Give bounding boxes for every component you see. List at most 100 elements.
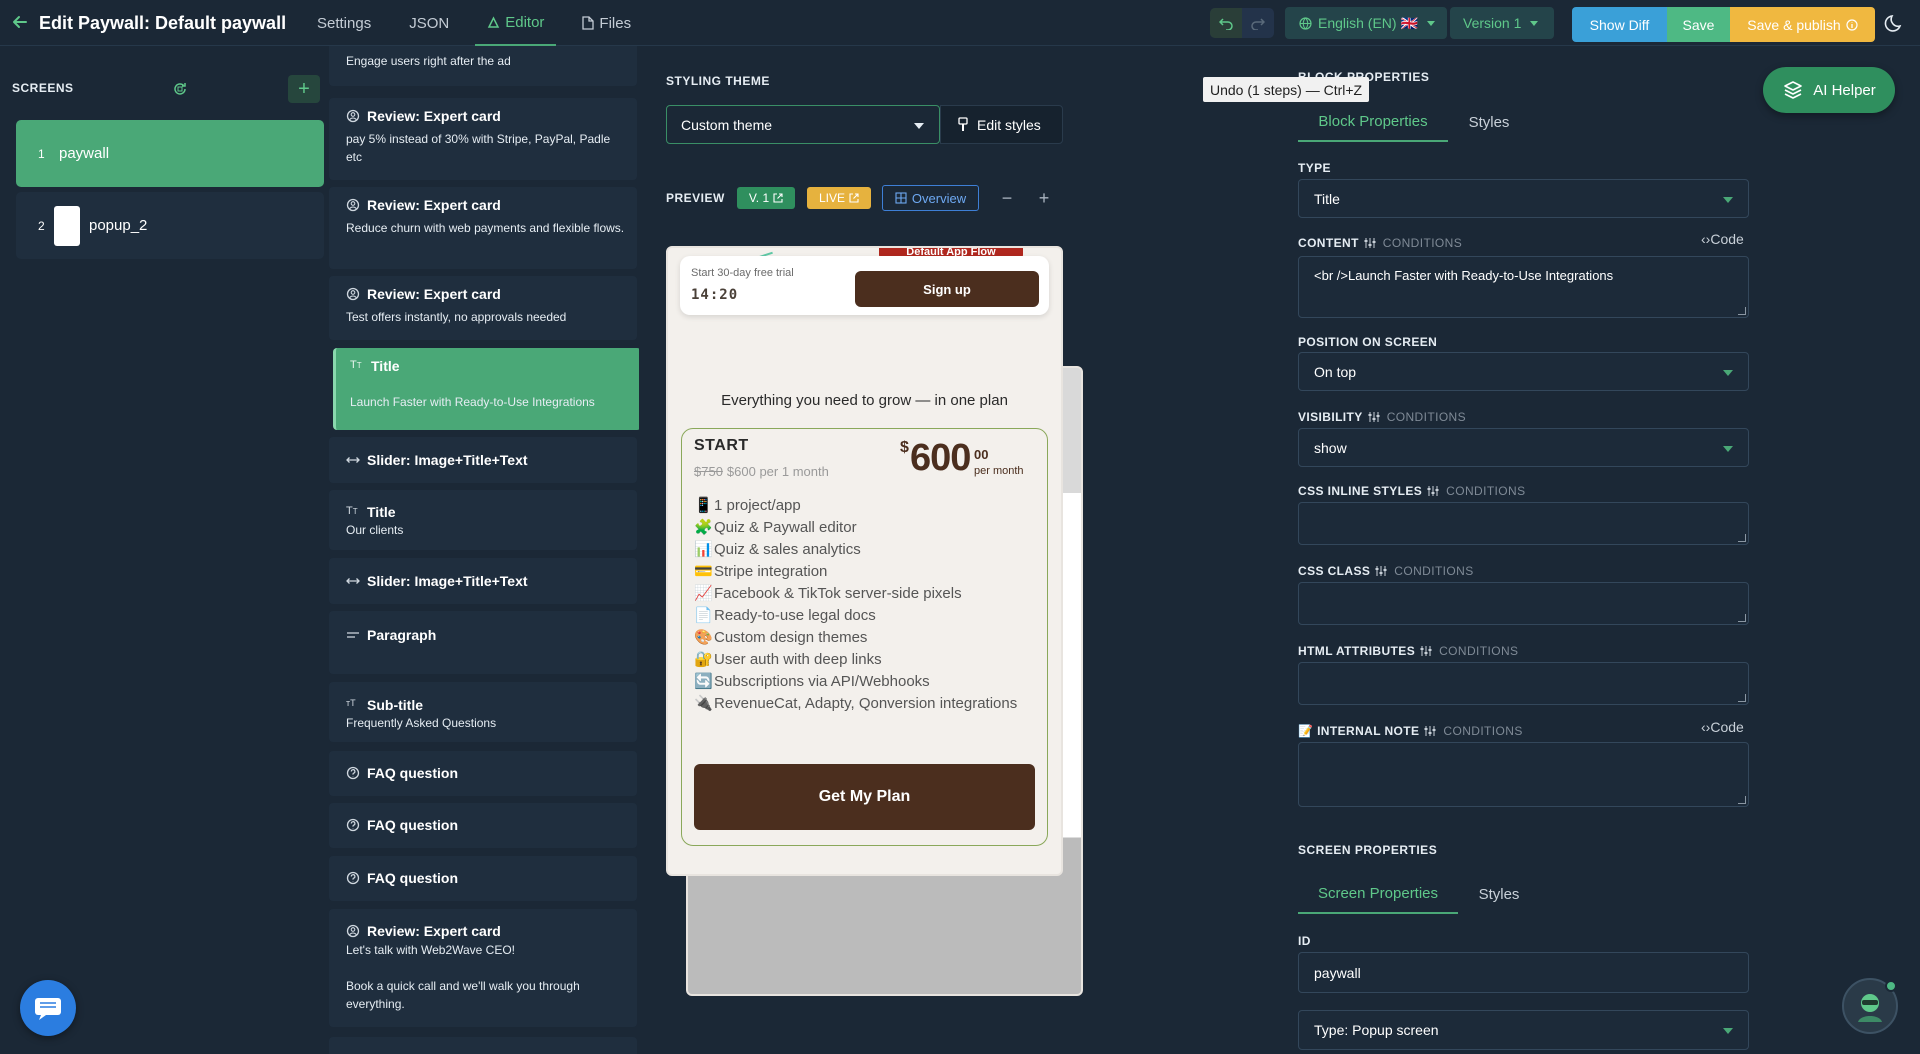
feature-text: 1 project/app bbox=[714, 497, 801, 514]
sliders-icon[interactable] bbox=[1420, 645, 1432, 657]
conditions-link[interactable]: CONDITIONS bbox=[1446, 484, 1525, 498]
tab-screen-styles[interactable]: Styles bbox=[1458, 874, 1540, 914]
type-select[interactable]: Title bbox=[1298, 179, 1749, 218]
subtitle-icon: ᴛT bbox=[346, 698, 356, 708]
css-class-label-row: CSS CLASS CONDITIONS bbox=[1298, 564, 1474, 578]
show-diff-button[interactable]: Show Diff bbox=[1572, 7, 1667, 42]
block-item[interactable]: Slider: Image+Title+Text bbox=[329, 437, 637, 483]
tab-json[interactable]: JSON bbox=[397, 0, 461, 46]
feature-item: 🔐 User auth with deep links bbox=[694, 649, 1039, 671]
version-select[interactable]: Version 1 bbox=[1450, 7, 1554, 39]
tab-block-properties[interactable]: Block Properties bbox=[1298, 102, 1448, 142]
block-item[interactable] bbox=[329, 1037, 637, 1054]
block-item[interactable]: Review: Expert card Test offers instantl… bbox=[329, 276, 637, 340]
ai-helper-button[interactable]: AI Helper bbox=[1763, 67, 1895, 113]
layers-icon bbox=[1782, 79, 1813, 101]
tab-editor[interactable]: Editor bbox=[475, 0, 557, 46]
block-item[interactable]: FAQ question bbox=[329, 751, 637, 796]
version-badge[interactable]: V. 1 bbox=[737, 187, 795, 209]
sliders-icon[interactable] bbox=[1424, 725, 1436, 737]
block-title-row: ᴛT Sub-title bbox=[346, 697, 637, 713]
block-item[interactable]: Review: Expert card Let's talk with Web2… bbox=[329, 909, 637, 1027]
conditions-link[interactable]: CONDITIONS bbox=[1443, 724, 1522, 738]
screen-number: 2 bbox=[38, 218, 45, 233]
block-item[interactable]: ᴛT Sub-title Frequently Asked Questions bbox=[329, 682, 637, 742]
chevron-down-icon bbox=[1723, 446, 1733, 452]
resize-grip-icon[interactable] bbox=[1738, 307, 1746, 315]
tab-files[interactable]: Files bbox=[570, 0, 643, 46]
block-title-row: Slider: Image+Title+Text bbox=[346, 452, 637, 468]
block-item[interactable]: FAQ question bbox=[329, 803, 637, 848]
sliders-icon[interactable] bbox=[1364, 237, 1376, 249]
html-attributes-textarea[interactable] bbox=[1298, 662, 1749, 705]
live-badge[interactable]: LIVE bbox=[807, 187, 871, 209]
code-icon: ‹› bbox=[1701, 719, 1711, 735]
conditions-link[interactable]: CONDITIONS bbox=[1383, 236, 1462, 250]
tab-screen-properties[interactable]: Screen Properties bbox=[1298, 874, 1458, 914]
overview-button[interactable]: Overview bbox=[882, 185, 979, 211]
question-icon bbox=[346, 818, 360, 832]
code-toggle[interactable]: ‹›Code bbox=[1701, 231, 1744, 247]
block-item[interactable]: TT Title Our clients bbox=[329, 490, 637, 550]
conditions-link[interactable]: CONDITIONS bbox=[1387, 410, 1466, 424]
tab-block-styles[interactable]: Styles bbox=[1448, 102, 1530, 142]
trial-text: Start 30-day free trial bbox=[691, 267, 794, 279]
position-select[interactable]: On top bbox=[1298, 352, 1749, 391]
block-item[interactable]: Paragraph bbox=[329, 611, 637, 674]
screen-type-select[interactable]: Type: Popup screen bbox=[1298, 1010, 1749, 1050]
screen-id-input[interactable]: paywall bbox=[1298, 952, 1749, 993]
resize-grip-icon[interactable] bbox=[1738, 796, 1746, 804]
block-item-selected[interactable]: TT Title Launch Faster with Ready-to-Use… bbox=[333, 348, 639, 430]
sliders-icon[interactable] bbox=[1368, 411, 1380, 423]
tab-settings[interactable]: Settings bbox=[305, 0, 383, 46]
sliders-icon[interactable] bbox=[1427, 485, 1439, 497]
block-title-row: TT Title bbox=[350, 358, 639, 374]
conditions-link[interactable]: CONDITIONS bbox=[1394, 564, 1473, 578]
internal-note-textarea[interactable] bbox=[1298, 742, 1749, 807]
block-title: Review: Expert card bbox=[367, 197, 501, 213]
edit-styles-button[interactable]: Edit styles bbox=[940, 105, 1063, 144]
live-badge-label: LIVE bbox=[818, 191, 845, 205]
resize-grip-icon[interactable] bbox=[1738, 614, 1746, 622]
block-title-row: Paragraph bbox=[346, 627, 637, 643]
feature-list: 📱 1 project/app 🧩 Quiz & Paywall editor 📊 Q… bbox=[694, 495, 1039, 712]
block-item[interactable]: Review: Expert card Reduce churn with we… bbox=[329, 187, 637, 269]
get-my-plan-button[interactable]: Get My Plan bbox=[694, 764, 1035, 830]
sliders-icon[interactable] bbox=[1375, 565, 1387, 577]
css-class-label: CSS CLASS bbox=[1298, 564, 1371, 578]
add-screen-button[interactable]: + bbox=[288, 75, 320, 103]
page-title: Edit Paywall: Default paywall bbox=[39, 13, 287, 33]
zoom-out-button[interactable]: − bbox=[997, 188, 1017, 208]
code-toggle[interactable]: ‹›Code bbox=[1701, 719, 1744, 735]
resize-grip-icon[interactable] bbox=[1738, 534, 1746, 542]
content-label: CONTENT bbox=[1298, 236, 1359, 250]
internal-note-label: 📝 INTERNAL NOTE bbox=[1298, 724, 1420, 738]
css-inline-textarea[interactable] bbox=[1298, 502, 1749, 545]
visibility-select[interactable]: show bbox=[1298, 428, 1749, 467]
css-class-textarea[interactable] bbox=[1298, 582, 1749, 625]
zoom-in-button[interactable]: + bbox=[1034, 188, 1054, 208]
theme-select[interactable]: Custom theme bbox=[666, 105, 940, 144]
save-publish-button[interactable]: Save & publish bbox=[1730, 7, 1875, 42]
block-item[interactable]: FAQ question bbox=[329, 856, 637, 901]
block-item[interactable]: Slider: Image+Title+Text bbox=[329, 558, 637, 604]
screen-type-value: Type: Popup screen bbox=[1314, 1022, 1439, 1038]
conditions-link[interactable]: CONDITIONS bbox=[1439, 644, 1518, 658]
back-arrow-icon[interactable] bbox=[10, 12, 30, 32]
undo-button[interactable] bbox=[1210, 8, 1242, 38]
content-textarea[interactable]: <br />Launch Faster with Ready-to-Use In… bbox=[1298, 256, 1749, 318]
signup-button[interactable]: Sign up bbox=[855, 271, 1039, 307]
screen-item-paywall[interactable]: 1 paywall bbox=[16, 120, 1083, 996]
chat-icon[interactable] bbox=[20, 980, 76, 1036]
redo-button[interactable] bbox=[1242, 8, 1274, 38]
language-select[interactable]: English (EN) 🇬🇧 bbox=[1285, 7, 1447, 39]
moon-icon[interactable] bbox=[1884, 12, 1906, 34]
block-item[interactable]: Review: Expert card pay 5% instead of 30… bbox=[329, 98, 637, 180]
plan-card[interactable]: START $750 $600 per 1 month $ 600 00 per … bbox=[681, 428, 1048, 846]
screen-item-popup-2[interactable]: 2 popup_2 bbox=[16, 192, 324, 259]
save-button[interactable]: Save bbox=[1667, 7, 1730, 42]
resize-grip-icon[interactable] bbox=[1738, 694, 1746, 702]
block-description: Frequently Asked Questions bbox=[346, 716, 497, 730]
refresh-icon[interactable] bbox=[172, 81, 188, 97]
block-item[interactable]: Engage users right after the ad bbox=[329, 46, 637, 86]
